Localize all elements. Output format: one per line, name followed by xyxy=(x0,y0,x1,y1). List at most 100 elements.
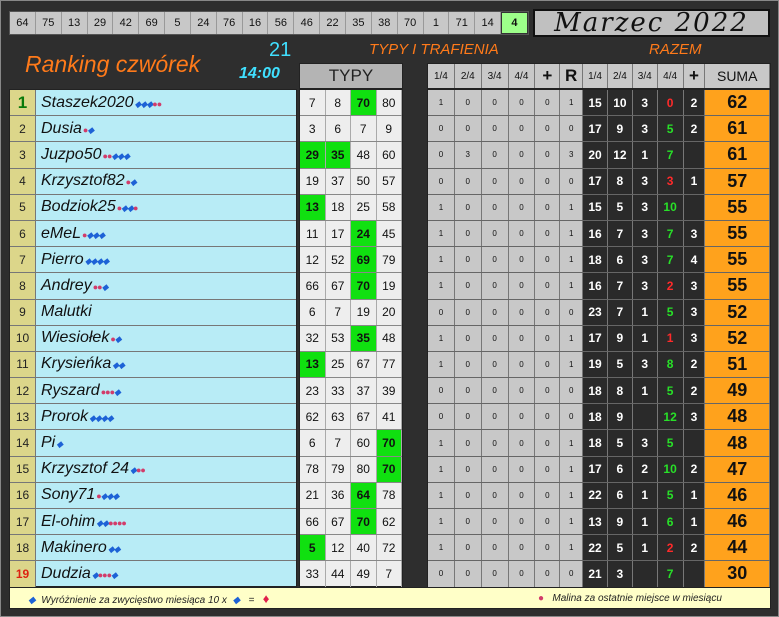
razem-cell: 1 xyxy=(632,509,658,535)
trafienia-cell: 3 xyxy=(560,142,584,168)
razem-cell: 10 xyxy=(607,90,633,116)
player-name: El-ohim◆◆●●●● xyxy=(41,512,127,530)
drawn-number: 70 xyxy=(398,12,424,34)
typ-cell: 29 xyxy=(300,142,326,168)
trafienia-cell: 0 xyxy=(535,116,561,142)
trafienia-cell: 1 xyxy=(428,482,455,508)
legend-loser: ● Malina za ostatnie miejsce w miesiącu xyxy=(538,592,722,604)
rank-cell: 7 xyxy=(10,247,36,273)
typ-cell: 19 xyxy=(351,299,377,325)
typ-cell: 66 xyxy=(300,273,326,299)
typ-cell: 18 xyxy=(326,194,351,220)
trafienia-cell: 0 xyxy=(481,482,509,508)
trafienia-cell: 0 xyxy=(428,404,455,430)
typ-cell: 67 xyxy=(326,273,351,299)
drawn-number: 1 xyxy=(424,12,450,34)
rank-cell: 10 xyxy=(10,325,36,351)
table-row: 0 0 0 0 0 0 21 3 7 30 xyxy=(428,561,771,588)
rank-cell: 3 xyxy=(10,142,36,168)
razem-cell: 18 xyxy=(583,378,608,404)
badges: ●◆◆● xyxy=(117,203,139,213)
suma-cell: 55 xyxy=(705,194,771,220)
table-row: 6 eMeL●◆◆◆ xyxy=(10,220,296,248)
drawn-number: 16 xyxy=(243,12,269,34)
razem-cell: 5 xyxy=(657,116,684,142)
razem-cell: 1 xyxy=(657,325,684,351)
table-row: 3679 xyxy=(300,116,402,143)
diamond-icon: ◆ xyxy=(56,439,63,450)
table-row: 1 0 0 0 0 1 15 10 3 0 2 62 xyxy=(428,90,771,117)
trafienia-cell: 0 xyxy=(508,247,536,273)
stats-col-header: 1/4 xyxy=(428,64,455,88)
trafienia-cell: 0 xyxy=(508,430,536,456)
razem-cell: 5 xyxy=(607,194,633,220)
plus-cell xyxy=(683,142,706,168)
rank-cell: 16 xyxy=(10,482,36,508)
typ-cell: 20 xyxy=(377,299,402,325)
trafienia-cell: 0 xyxy=(508,456,536,482)
table-row: 1 0 0 0 0 1 22 6 1 5 1 46 xyxy=(428,482,771,509)
drawn-number: 69 xyxy=(139,12,166,34)
razem-cell: 12 xyxy=(607,142,633,168)
trafienia-cell: 0 xyxy=(481,535,509,561)
badges: ◆ xyxy=(56,439,63,450)
typ-cell: 79 xyxy=(326,456,351,482)
trafienia-cell: 0 xyxy=(481,404,509,430)
razem-cell: 5 xyxy=(657,430,684,456)
trafienia-cell: 1 xyxy=(560,456,584,482)
typ-cell: 41 xyxy=(377,404,402,430)
drawn-number: 71 xyxy=(449,12,476,34)
trafienia-cell: 0 xyxy=(535,561,561,587)
trafienia-cell: 0 xyxy=(508,404,536,430)
suma-cell: 30 xyxy=(705,561,771,587)
typ-cell: 37 xyxy=(326,168,351,194)
razem-cell: 6 xyxy=(607,456,633,482)
typ-cell: 8 xyxy=(326,90,351,116)
plus-cell: 2 xyxy=(683,90,706,116)
raspberry-icon: ● xyxy=(156,98,163,109)
typ-cell: 11 xyxy=(300,220,326,247)
typ-cell: 24 xyxy=(351,220,377,247)
razem-cell: 3 xyxy=(632,273,658,299)
trafienia-cell: 0 xyxy=(454,430,482,456)
trafienia-cell: 1 xyxy=(560,325,584,351)
diamond-icon: ◆ xyxy=(106,412,114,423)
typ-cell: 21 xyxy=(300,482,326,508)
trafienia-cell: 1 xyxy=(560,509,584,535)
drawn-number: 42 xyxy=(113,12,140,34)
suma-cell: 61 xyxy=(705,116,771,142)
razem-cell: 17 xyxy=(583,325,608,351)
player-name: Krysieńka◆◆ xyxy=(41,355,125,373)
typ-cell: 52 xyxy=(326,247,351,273)
table-row: 13 Prorok◆◆◆◆ xyxy=(10,404,296,431)
razem-cell: 8 xyxy=(607,168,633,194)
stats-col-header: 1/4 xyxy=(583,64,608,88)
razem-cell: 5 xyxy=(657,378,684,404)
trafienia-cell: 0 xyxy=(481,299,509,325)
trafienia-cell: 0 xyxy=(535,168,561,194)
trafienia-cell: 1 xyxy=(560,430,584,456)
trafienia-cell: 0 xyxy=(454,325,482,351)
rank-cell: 11 xyxy=(10,351,36,378)
typ-cell: 19 xyxy=(300,168,326,194)
razem-cell: 23 xyxy=(583,299,608,325)
trafienia-cell: 0 xyxy=(428,378,455,404)
typ-cell: 64 xyxy=(351,482,377,508)
trafienia-cell: 0 xyxy=(481,220,509,247)
stats-table: 1 0 0 0 0 1 15 10 3 0 2 62 0 0 0 0 0 0 17 9 3 5 2 61 0 3 0 0 0 3 20 12 1… xyxy=(427,89,771,588)
typ-cell: 44 xyxy=(326,561,351,587)
badges: ●◆◆◆ xyxy=(96,491,119,501)
trafienia-cell: 0 xyxy=(508,142,536,168)
typ-cell: 48 xyxy=(377,325,402,351)
trafienia-cell: 0 xyxy=(428,116,455,142)
trafienia-cell: 0 xyxy=(481,90,509,116)
player-name: Juzpo50●●◆◆◆ xyxy=(41,145,130,163)
razem-cell: 1 xyxy=(632,482,658,508)
badges: ●◆ xyxy=(126,177,137,187)
table-row: 12 Ryszard●●●◆ xyxy=(10,378,296,405)
plus-cell: 1 xyxy=(683,168,706,194)
trafienia-cell: 0 xyxy=(481,378,509,404)
typ-cell: 60 xyxy=(351,430,377,456)
badges: ◆◆◆◆ xyxy=(85,256,110,266)
legend-winner: ◆ Wyróżnienie za zwycięstwo miesiąca 10 … xyxy=(28,590,270,606)
